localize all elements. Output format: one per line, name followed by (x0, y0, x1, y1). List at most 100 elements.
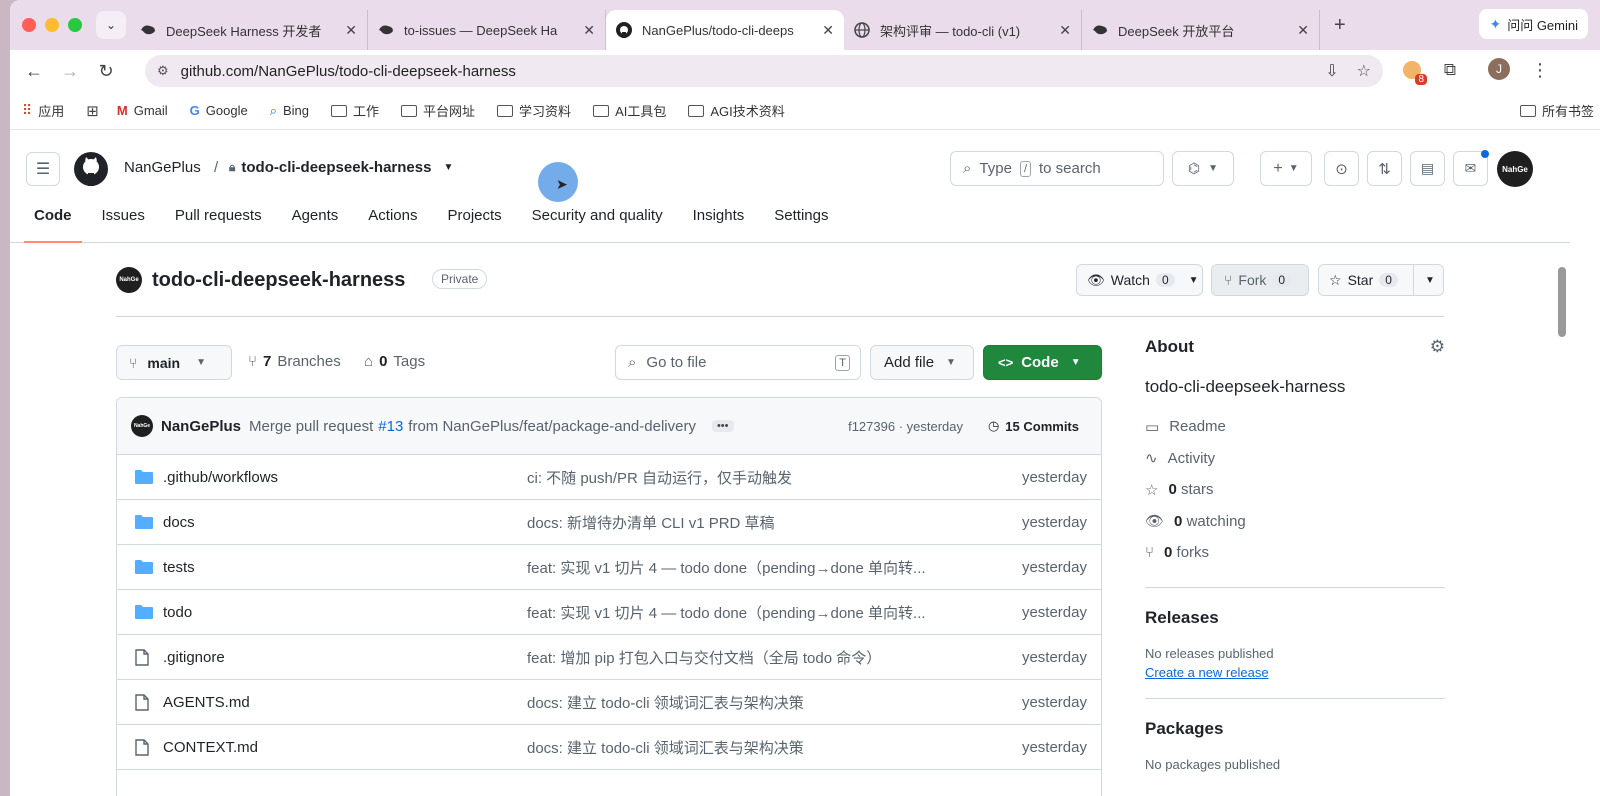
file-name[interactable]: CONTEXT.md (163, 739, 258, 756)
pull-requests-icon[interactable]: ⇅ (1367, 151, 1402, 186)
hamburger-menu-icon[interactable]: ☰ (26, 152, 60, 186)
file-row[interactable]: .gitignore feat: 增加 pip 打包入口与交付文档（全局 tod… (117, 635, 1101, 680)
repo-title[interactable]: todo-cli-deepseek-harness (152, 269, 405, 292)
user-avatar[interactable]: NahGe (1497, 151, 1533, 187)
close-tab-icon[interactable]: ✕ (822, 22, 834, 39)
browser-tab-active[interactable]: NanGePlus/todo-cli-deeps ✕ (606, 10, 844, 50)
owner-link[interactable]: NanGePlus (124, 159, 201, 176)
file-row[interactable]: docs docs: 新增待办清单 CLI v1 PRD 草稿 yesterda… (117, 500, 1101, 545)
all-bookmarks[interactable]: 所有书签 (1519, 101, 1594, 120)
chevron-down-icon[interactable]: ▼ (1208, 163, 1218, 174)
file-commit-message[interactable]: feat: 实现 v1 切片 4 — todo done（pending→don… (527, 557, 926, 578)
site-settings-icon[interactable]: ⚙ (157, 63, 169, 79)
star-button[interactable]: ☆ Star 0 ▼ (1318, 264, 1444, 296)
back-arrow-icon[interactable]: ← (16, 61, 52, 82)
branch-selector[interactable]: ⑂ main ▼ (116, 345, 232, 380)
tab-settings[interactable]: Settings (764, 201, 838, 243)
tab-issues[interactable]: Issues (92, 201, 155, 243)
watching-link[interactable]: 👁︎ 0 watching (1145, 506, 1445, 538)
file-name[interactable]: .github/workflows (163, 469, 278, 486)
repo-breadcrumb[interactable]: 🔒︎ todo-cli-deepseek-harness ▼ (229, 159, 453, 176)
fork-button[interactable]: ⑂ Fork 0 (1211, 264, 1309, 296)
chevron-down-icon[interactable]: ▼ (1425, 275, 1435, 286)
tab-search-button[interactable]: ⌄ (96, 11, 126, 39)
github-logo-icon[interactable] (74, 152, 108, 186)
bookmark-folder[interactable]: AI工具包 (593, 101, 666, 120)
create-new-button[interactable]: + ▼ (1260, 151, 1312, 186)
file-commit-message[interactable]: ci: 不随 push/PR 自动运行，仅手动触发 (527, 467, 792, 488)
browser-tab[interactable]: to-issues — DeepSeek Ha ✕ (368, 10, 606, 50)
file-commit-message[interactable]: docs: 新增待办清单 CLI v1 PRD 草稿 (527, 512, 775, 533)
tab-actions[interactable]: Actions (358, 201, 427, 243)
close-tab-icon[interactable]: ✕ (1059, 22, 1071, 39)
browser-menu-icon[interactable]: ⋮ (1530, 58, 1550, 82)
close-tab-icon[interactable]: ✕ (583, 22, 595, 39)
minimize-window-button[interactable] (45, 18, 59, 32)
file-name[interactable]: .gitignore (163, 649, 225, 666)
bookmark-folder[interactable]: 工作 (331, 101, 379, 120)
scrollbar-thumb[interactable] (1558, 267, 1566, 337)
file-commit-message[interactable]: docs: 建立 todo-cli 领域词汇表与架构决策 (527, 692, 804, 713)
issues-icon[interactable]: ⊙ (1324, 151, 1359, 186)
omnibox[interactable]: ⚙ github.com/NanGePlus/todo-cli-deepseek… (145, 55, 1383, 87)
bookmark-gmail[interactable]: M Gmail (117, 103, 168, 118)
file-row[interactable]: .github/workflows ci: 不随 push/PR 自动运行，仅手… (117, 455, 1101, 500)
tab-security[interactable]: Security and quality (522, 201, 673, 243)
activity-link[interactable]: ∿ Activity (1145, 443, 1445, 475)
bookmark-bing[interactable]: ⌕ Bing (270, 103, 309, 119)
code-button[interactable]: <> Code ▼ (983, 345, 1102, 380)
repo-link[interactable]: todo-cli-deepseek-harness (241, 159, 431, 176)
packages-heading[interactable]: Packages (1145, 719, 1445, 739)
file-commit-message[interactable]: feat: 实现 v1 切片 4 — todo done（pending→don… (527, 602, 926, 623)
expand-ellipsis-button[interactable]: ••• (711, 420, 734, 432)
file-row[interactable]: AGENTS.md docs: 建立 todo-cli 领域词汇表与架构决策 y… (117, 680, 1101, 725)
profile-avatar[interactable]: J (1488, 58, 1510, 80)
global-search-input[interactable]: ⌕ Type / to search (950, 151, 1164, 186)
file-commit-message[interactable]: docs: 建立 todo-cli 领域词汇表与架构决策 (527, 737, 804, 758)
browser-tab[interactable]: DeepSeek Harness 开发者 ✕ (130, 10, 368, 50)
forward-arrow-icon[interactable]: → (52, 61, 88, 82)
create-release-link[interactable]: Create a new release (1145, 665, 1445, 680)
file-name[interactable]: todo (163, 604, 192, 621)
url-text[interactable]: github.com/NanGePlus/todo-cli-deepseek-h… (181, 63, 516, 80)
extension-icon[interactable]: 8 (1400, 58, 1427, 85)
tab-projects[interactable]: Projects (437, 201, 511, 243)
repositories-icon[interactable]: ▤ (1410, 151, 1445, 186)
file-row[interactable]: todo feat: 实现 v1 切片 4 — todo done（pendin… (117, 590, 1101, 635)
tags-link[interactable]: ⌂ 0 Tags (364, 353, 425, 370)
bookmark-folder[interactable]: 平台网址 (401, 101, 475, 120)
close-tab-icon[interactable]: ✕ (1297, 22, 1309, 39)
releases-heading[interactable]: Releases (1145, 608, 1445, 628)
close-tab-icon[interactable]: ✕ (345, 22, 357, 39)
commit-hash-time[interactable]: f127396 · yesterday (848, 419, 963, 434)
go-to-file-input[interactable]: ⌕ Go to file T (615, 345, 861, 380)
bookmark-folder[interactable]: 学习资料 (497, 101, 571, 120)
reload-icon[interactable]: ↻ (88, 61, 124, 82)
file-name[interactable]: AGENTS.md (163, 694, 250, 711)
browser-tab[interactable]: DeepSeek 开放平台 ✕ (1082, 10, 1320, 50)
readme-link[interactable]: ▭ Readme (1145, 411, 1445, 443)
file-name[interactable]: tests (163, 559, 195, 576)
bookmark-star-icon[interactable]: ☆ (1357, 61, 1371, 81)
settings-gear-icon[interactable]: ⚙ (1430, 337, 1445, 357)
commit-message-prefix[interactable]: Merge pull request (249, 418, 373, 435)
tab-agents[interactable]: Agents (282, 201, 349, 243)
tab-pull-requests[interactable]: Pull requests (165, 201, 272, 243)
copilot-button[interactable]: ⌬ ▼ (1172, 151, 1234, 186)
stars-link[interactable]: ☆ 0 stars (1145, 474, 1445, 506)
commit-pr-link[interactable]: #13 (378, 418, 403, 435)
file-row[interactable]: CONTEXT.md docs: 建立 todo-cli 领域词汇表与架构决策 … (117, 725, 1101, 770)
forks-link[interactable]: ⑂ 0 forks (1145, 537, 1445, 569)
tab-insights[interactable]: Insights (683, 201, 755, 243)
close-window-button[interactable] (22, 18, 36, 32)
commit-author[interactable]: NanGePlus (161, 418, 241, 435)
commits-history-link[interactable]: ◷ 15 Commits (988, 418, 1079, 434)
commit-message-suffix[interactable]: from NanGePlus/feat/package-and-delivery (408, 418, 696, 435)
bookmark-tab-groups[interactable]: ⊞ (86, 102, 99, 120)
bookmark-folder[interactable]: AGI技术资料 (688, 101, 785, 120)
browser-tab[interactable]: 架构评审 — todo-cli (v1) ✕ (844, 10, 1082, 50)
extensions-puzzle-icon[interactable]: ⧉ (1438, 58, 1462, 82)
bookmark-google[interactable]: G Google (190, 103, 248, 118)
add-file-button[interactable]: Add file ▼ (870, 345, 974, 380)
tab-code[interactable]: Code (24, 201, 82, 243)
